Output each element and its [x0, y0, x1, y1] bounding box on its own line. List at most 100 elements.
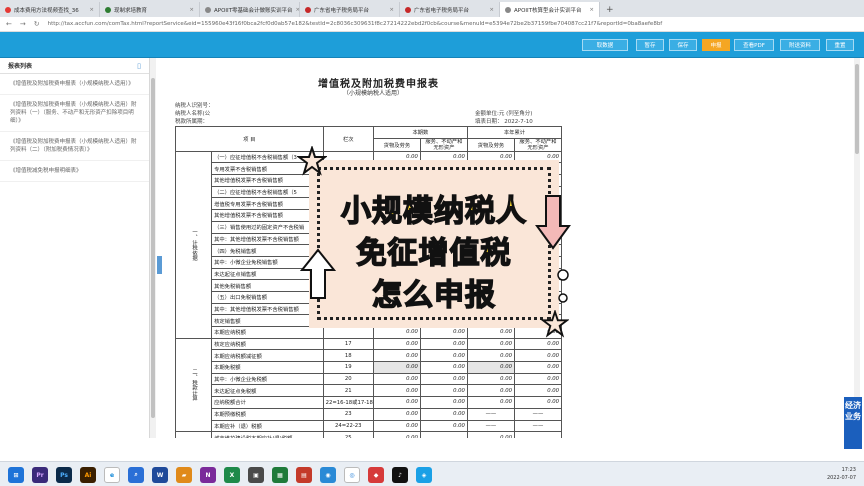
start-menu-icon[interactable]: ⊞ [8, 467, 24, 483]
sidebar-item-main-form[interactable]: 《增值税及附加税费申报表（小规模纳税人适用）》 [0, 74, 149, 95]
amount-cell[interactable]: 0.00 [466, 372, 515, 386]
excel-icon[interactable]: X [224, 467, 240, 483]
amount-cell[interactable]: 0.00 [372, 337, 421, 351]
amount-cell[interactable]: 0.00 [466, 384, 515, 398]
view-pdf-button[interactable]: 查看PDF [734, 39, 774, 51]
fetch-data-button[interactable]: 取数据 [582, 39, 628, 51]
row-number: 20 [322, 372, 374, 386]
amount-cell[interactable] [419, 431, 468, 438]
chrome-icon[interactable]: ◎ [344, 467, 360, 483]
browser-tab-active[interactable]: APOIIT核算型会计实训平台 × [500, 2, 600, 17]
amount-cell[interactable]: 0.00 [513, 361, 563, 374]
amount-cell[interactable]: 0.00 [466, 326, 515, 339]
browser-tab[interactable]: 广东省电子税务局平台 × [300, 2, 400, 17]
amount-cell[interactable]: 0.00 [419, 337, 468, 351]
amount-cell[interactable]: 0.00 [419, 361, 468, 374]
header-goods: 货物及劳务 [372, 137, 421, 152]
amount-cell[interactable]: —— [466, 419, 515, 433]
row-item-label: 核定销售额 [211, 314, 324, 327]
amount-cell[interactable]: —— [513, 419, 563, 433]
sidebar-item-schedule-2[interactable]: 《增值税及附加税费申报表（小规模纳税人适用）附列资料（二）（附加税费情况表）》 [0, 132, 149, 161]
amount-cell[interactable]: 0.00 [372, 407, 421, 421]
system-clock[interactable]: 17:23 2022-07-07 [827, 466, 856, 482]
amount-cell[interactable]: 0.00 [513, 384, 563, 398]
document-scrollbar[interactable] [854, 58, 860, 438]
amount-cell[interactable]: 0.00 [419, 384, 468, 398]
amount-cell[interactable]: 0.00 [372, 419, 421, 433]
table-row: 本期应纳税额 0.00 0.00 0.00 0.00 [176, 326, 563, 339]
illustrator-icon[interactable]: Ai [80, 467, 96, 483]
close-tab-icon[interactable]: × [189, 7, 194, 13]
sidebar-item-schedule-1[interactable]: 《增值税及附加税费申报表（小规模纳税人适用）附列资料（一）（服务、不动产和无形资… [0, 95, 149, 132]
amount-cell[interactable]: 0.00 [372, 396, 421, 409]
amount-cell[interactable]: 0.00 [513, 372, 563, 386]
collapse-icon[interactable]: ▯ [137, 62, 141, 70]
amount-cell[interactable]: 0.00 [372, 384, 421, 398]
amount-cell[interactable]: 0.00 [372, 326, 421, 339]
onenote-icon[interactable]: N [200, 467, 216, 483]
section-2-label: 二、税款计算 [174, 337, 213, 433]
app-icon[interactable]: ▤ [296, 467, 312, 483]
amount-cell[interactable]: —— [466, 407, 515, 421]
browser-tab[interactable]: APOIIT零基础会计做账实训平台 × [200, 2, 300, 17]
amount-cell[interactable]: 0.00 [372, 349, 421, 363]
amount-cell[interactable]: 0.00 [466, 349, 515, 363]
word-icon[interactable]: W [152, 467, 168, 483]
search-icon[interactable]: ⌕ [128, 467, 144, 483]
amount-cell[interactable]: 0.00 [372, 372, 421, 386]
row-item-label: 其他增值税发票不含税销售额 [211, 209, 324, 222]
amount-cell[interactable]: 0.00 [466, 431, 515, 438]
amount-cell[interactable]: 0.00 [372, 361, 421, 374]
temp-save-button[interactable]: 暂存 [636, 39, 664, 51]
app-icon[interactable]: ◈ [416, 467, 432, 483]
refresh-icon[interactable]: ↻ [34, 20, 40, 28]
site-favicon-icon [5, 6, 11, 13]
attachments-button[interactable]: 附送资料 [780, 39, 820, 51]
premiere-icon[interactable]: Pr [32, 467, 48, 483]
url-input[interactable]: http://tax.accfun.com/comTax.html?report… [48, 21, 663, 27]
sidebar-scrollbar[interactable] [150, 58, 156, 438]
overlay-line-2: 免征增值税 [356, 235, 512, 272]
back-icon[interactable]: ← [6, 20, 12, 28]
app-icon[interactable]: ◆ [368, 467, 384, 483]
browser-tab[interactable]: 广东省电子税务局平台 × [400, 2, 500, 17]
amount-cell[interactable]: 0.00 [513, 337, 563, 351]
amount-cell[interactable]: 0.00 [466, 337, 515, 351]
close-tab-icon[interactable]: × [389, 7, 394, 13]
close-tab-icon[interactable]: × [89, 7, 94, 13]
new-tab-icon[interactable]: + [606, 2, 614, 17]
table-row: 三、附加税费城市维护建设税本期应补(退)税额250.000.00 [174, 431, 563, 438]
amount-cell[interactable]: 0.00 [372, 431, 421, 438]
sidebar-item-tax-relief[interactable]: 《增值税减免税申报明细表》 [0, 161, 149, 182]
amount-cell[interactable]: 0.00 [466, 396, 515, 409]
tiktok-icon[interactable]: ♪ [392, 467, 408, 483]
close-tab-icon[interactable]: × [589, 7, 594, 13]
save-button[interactable]: 保存 [669, 39, 697, 51]
form-subtitle: （小规模纳税人适用） [343, 90, 404, 97]
declare-button[interactable]: 申报 [702, 39, 730, 51]
amount-cell[interactable]: 0.00 [419, 419, 468, 433]
app-icon[interactable]: ▣ [248, 467, 264, 483]
amount-cell[interactable]: 0.00 [513, 396, 563, 409]
close-tab-icon[interactable]: × [489, 7, 494, 13]
forward-icon[interactable]: → [20, 20, 26, 28]
amount-cell[interactable]: 0.00 [419, 407, 468, 421]
amount-cell[interactable]: —— [513, 407, 563, 421]
app-icon[interactable]: ◉ [320, 467, 336, 483]
browser-tab[interactable]: 成本费用方法视频查找_36 × [0, 2, 100, 17]
amount-cell[interactable]: 0.00 [513, 349, 563, 363]
photoshop-icon[interactable]: Ps [56, 467, 72, 483]
edge-browser-icon[interactable]: e [104, 467, 120, 483]
reset-button[interactable]: 重置 [826, 39, 854, 51]
folder-icon[interactable]: ▰ [176, 467, 192, 483]
amount-cell[interactable]: 0.00 [466, 361, 515, 374]
amount-cell[interactable]: 0.00 [419, 349, 468, 363]
sidebar-resize-handle[interactable] [157, 256, 162, 274]
app-icon[interactable]: ▦ [272, 467, 288, 483]
amount-cell[interactable]: 0.00 [419, 372, 468, 386]
address-bar: ← → ↻ http://tax.accfun.com/comTax.html?… [0, 17, 864, 32]
amount-cell[interactable] [513, 431, 563, 438]
amount-cell[interactable]: 0.00 [419, 326, 468, 339]
browser-tab[interactable]: 现制求培教育 × [100, 2, 200, 17]
amount-cell[interactable]: 0.00 [419, 396, 468, 409]
